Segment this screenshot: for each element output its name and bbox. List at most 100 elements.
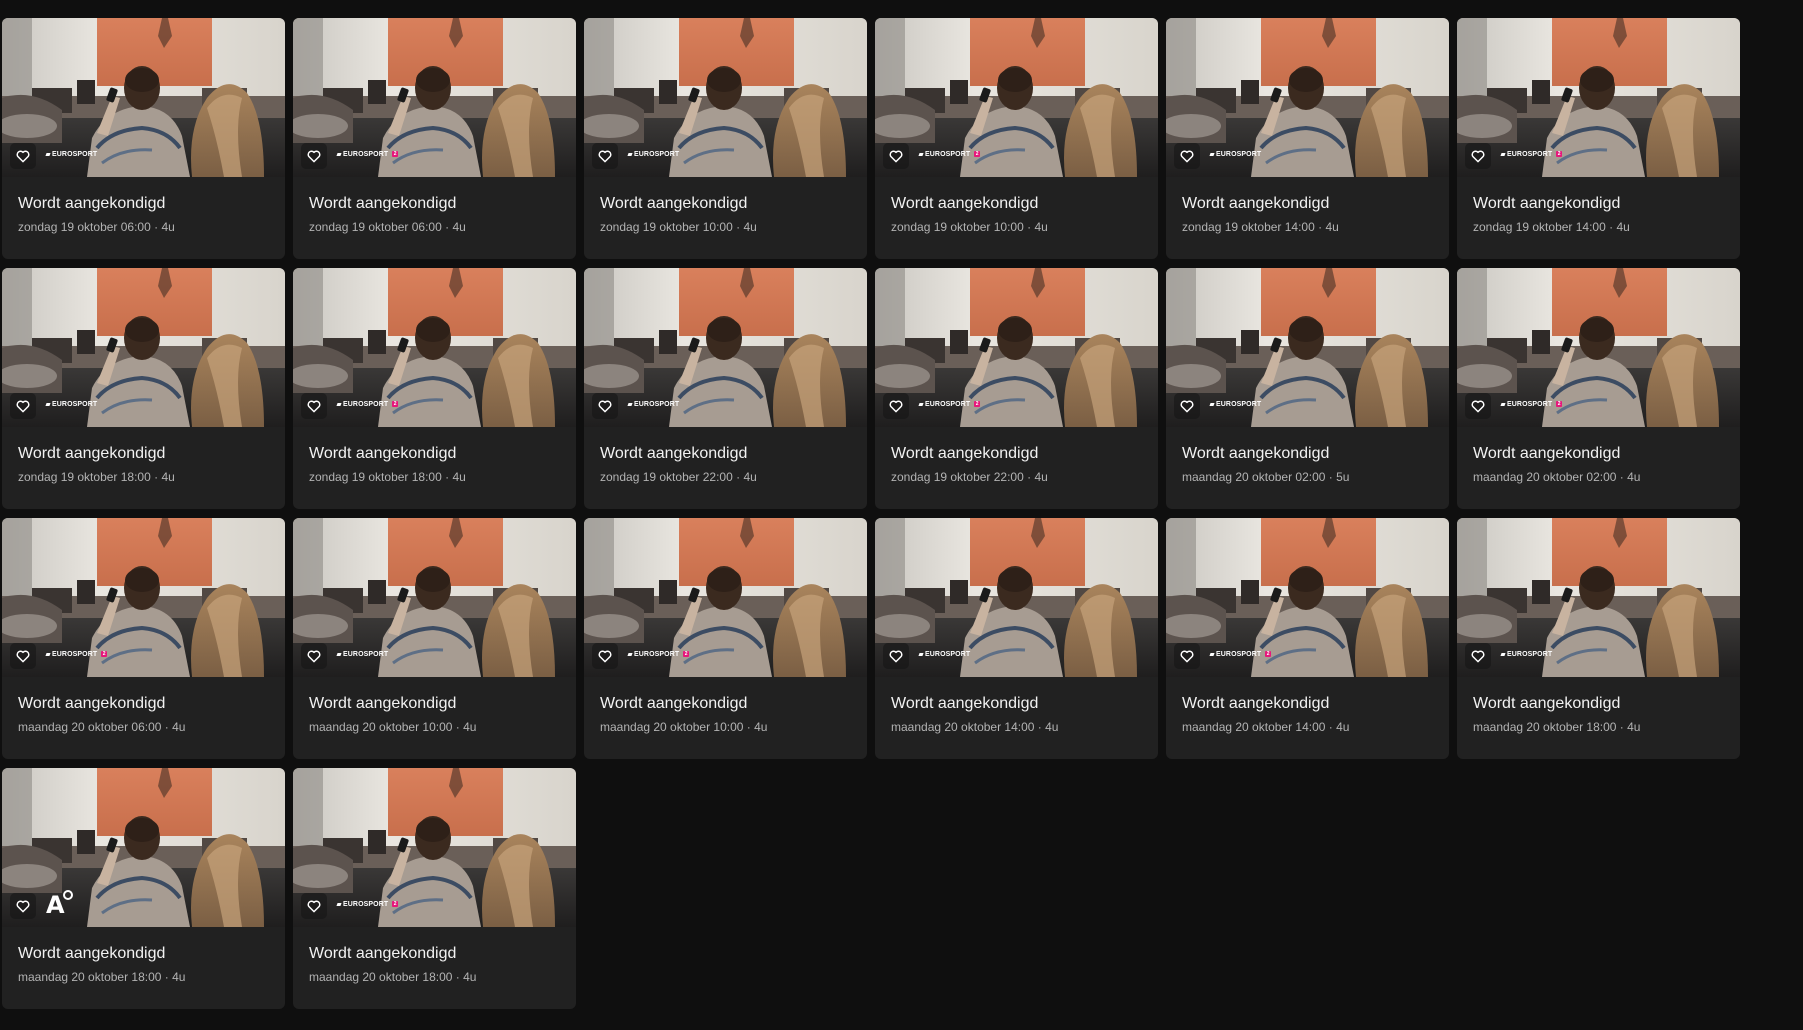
page: EUROSPORT Wordt aangekondigd zondag 19 o… [0,0,1803,1030]
favorite-button[interactable] [883,643,909,669]
program-card[interactable]: A Wordt aangekondigd maandag 20 oktober … [2,768,285,1009]
favorite-button[interactable] [301,893,327,919]
program-card[interactable]: EUROSPORT 2 Wordt aangekondigd zondag 19 … [293,18,576,259]
thumbnail-image [293,768,576,927]
favorite-button[interactable] [10,643,36,669]
program-thumbnail[interactable]: EUROSPORT 2 [584,518,867,677]
eurosport-mark-icon [1209,152,1215,156]
program-info: Wordt aangekondigd maandag 20 oktober 02… [1457,427,1740,484]
channel-logo-text: EUROSPORT [1507,400,1553,408]
program-info: Wordt aangekondigd maandag 20 oktober 18… [2,927,285,984]
favorite-button[interactable] [1174,393,1200,419]
program-thumbnail[interactable]: EUROSPORT 2 [293,18,576,177]
program-thumbnail[interactable]: EUROSPORT [875,518,1158,677]
program-card[interactable]: EUROSPORT 2 Wordt aangekondigd zondag 19 … [1457,18,1740,259]
thumbnail-image [1457,18,1740,177]
favorite-button[interactable] [301,393,327,419]
favorite-button[interactable] [592,143,618,169]
program-schedule: maandag 20 oktober 18:00 · 4u [1473,720,1641,734]
program-info: Wordt aangekondigd maandag 20 oktober 14… [1166,677,1449,734]
program-info: Wordt aangekondigd maandag 20 oktober 18… [1457,677,1740,734]
program-thumbnail[interactable]: EUROSPORT 2 [875,18,1158,177]
program-info: Wordt aangekondigd zondag 19 oktober 10:… [875,177,1158,234]
program-card[interactable]: EUROSPORT 2 Wordt aangekondigd maandag 20… [293,768,576,1009]
program-thumbnail[interactable]: EUROSPORT 2 [875,268,1158,427]
program-card[interactable]: EUROSPORT Wordt aangekondigd maandag 20 … [875,518,1158,759]
favorite-button[interactable] [10,143,36,169]
program-thumbnail[interactable]: EUROSPORT 2 [2,518,285,677]
program-schedule: maandag 20 oktober 18:00 · 4u [309,970,477,984]
program-card[interactable]: EUROSPORT 2 Wordt aangekondigd zondag 19 … [875,18,1158,259]
program-info: Wordt aangekondigd maandag 20 oktober 10… [584,677,867,734]
program-card[interactable]: EUROSPORT Wordt aangekondigd maandag 20 … [1166,268,1449,509]
eurosport-mark-icon [45,652,51,656]
program-card[interactable]: EUROSPORT Wordt aangekondigd maandag 20 … [293,518,576,759]
program-card[interactable]: EUROSPORT Wordt aangekondigd zondag 19 o… [1166,18,1449,259]
program-thumbnail[interactable]: EUROSPORT [584,18,867,177]
program-card[interactable]: EUROSPORT 2 Wordt aangekondigd zondag 19 … [293,268,576,509]
favorite-button[interactable] [1465,143,1491,169]
favorite-button[interactable] [1465,643,1491,669]
program-info: Wordt aangekondigd maandag 20 oktober 02… [1166,427,1449,484]
program-thumbnail[interactable]: EUROSPORT 2 [1166,518,1449,677]
heart-outline-icon [307,150,321,163]
channel-logo-text: EUROSPORT [634,400,680,408]
program-title: Wordt aangekondigd [600,195,748,212]
heart-outline-icon [889,650,903,663]
program-card[interactable]: EUROSPORT Wordt aangekondigd maandag 20 … [1457,518,1740,759]
program-card[interactable]: EUROSPORT 2 Wordt aangekondigd maandag 20… [584,518,867,759]
program-card[interactable]: EUROSPORT Wordt aangekondigd zondag 19 o… [2,18,285,259]
favorite-button[interactable] [883,393,909,419]
thumbnail-image [2,268,285,427]
favorite-button[interactable] [301,143,327,169]
program-title: Wordt aangekondigd [891,195,1039,212]
program-thumbnail[interactable]: EUROSPORT 2 [293,268,576,427]
favorite-button[interactable] [1465,393,1491,419]
program-info: Wordt aangekondigd zondag 19 oktober 14:… [1166,177,1449,234]
eurosport-mark-icon [627,402,633,406]
thumbnail-image [293,268,576,427]
channel-logo-eurosport-2: EUROSPORT 2 [336,149,399,159]
program-thumbnail[interactable]: EUROSPORT [2,18,285,177]
thumbnail-image [2,518,285,677]
favorite-button[interactable] [592,643,618,669]
channel-logo-text: EUROSPORT [1216,400,1262,408]
favorite-button[interactable] [10,893,36,919]
channel-number-badge: 2 [101,651,108,657]
program-card[interactable]: EUROSPORT Wordt aangekondigd zondag 19 o… [584,268,867,509]
heart-outline-icon [307,900,321,913]
program-thumbnail[interactable]: EUROSPORT [1457,518,1740,677]
favorite-button[interactable] [1174,643,1200,669]
channel-logo-eurosport: EUROSPORT [1209,149,1261,159]
channel-logo-text: EUROSPORT [52,150,98,158]
program-card[interactable]: EUROSPORT 2 Wordt aangekondigd maandag 20… [1457,268,1740,509]
favorite-button[interactable] [301,643,327,669]
favorite-button[interactable] [592,393,618,419]
program-card[interactable]: EUROSPORT 2 Wordt aangekondigd maandag 20… [2,518,285,759]
channel-logo-text: EUROSPORT [925,400,971,408]
program-thumbnail[interactable]: EUROSPORT [1166,268,1449,427]
favorite-button[interactable] [883,143,909,169]
program-card[interactable]: EUROSPORT Wordt aangekondigd zondag 19 o… [584,18,867,259]
program-thumbnail[interactable]: EUROSPORT [293,518,576,677]
program-thumbnail[interactable]: EUROSPORT [1166,18,1449,177]
heart-outline-icon [16,400,30,413]
program-schedule: maandag 20 oktober 14:00 · 4u [1182,720,1350,734]
program-thumbnail[interactable]: EUROSPORT 2 [293,768,576,927]
channel-number-badge: 2 [392,151,399,157]
program-card[interactable]: EUROSPORT 2 Wordt aangekondigd zondag 19 … [875,268,1158,509]
eurosport-mark-icon [918,652,924,656]
favorite-button[interactable] [1174,143,1200,169]
channel-logo-a: A [46,890,77,919]
program-thumbnail[interactable]: EUROSPORT [584,268,867,427]
program-thumbnail[interactable]: EUROSPORT [2,268,285,427]
program-thumbnail[interactable]: EUROSPORT 2 [1457,18,1740,177]
program-info: Wordt aangekondigd zondag 19 oktober 06:… [293,177,576,234]
program-schedule: maandag 20 oktober 02:00 · 4u [1473,470,1641,484]
program-card[interactable]: EUROSPORT 2 Wordt aangekondigd maandag 20… [1166,518,1449,759]
program-thumbnail[interactable]: A [2,768,285,927]
channel-logo-text: EUROSPORT [52,650,98,658]
program-thumbnail[interactable]: EUROSPORT 2 [1457,268,1740,427]
program-card[interactable]: EUROSPORT Wordt aangekondigd zondag 19 o… [2,268,285,509]
favorite-button[interactable] [10,393,36,419]
